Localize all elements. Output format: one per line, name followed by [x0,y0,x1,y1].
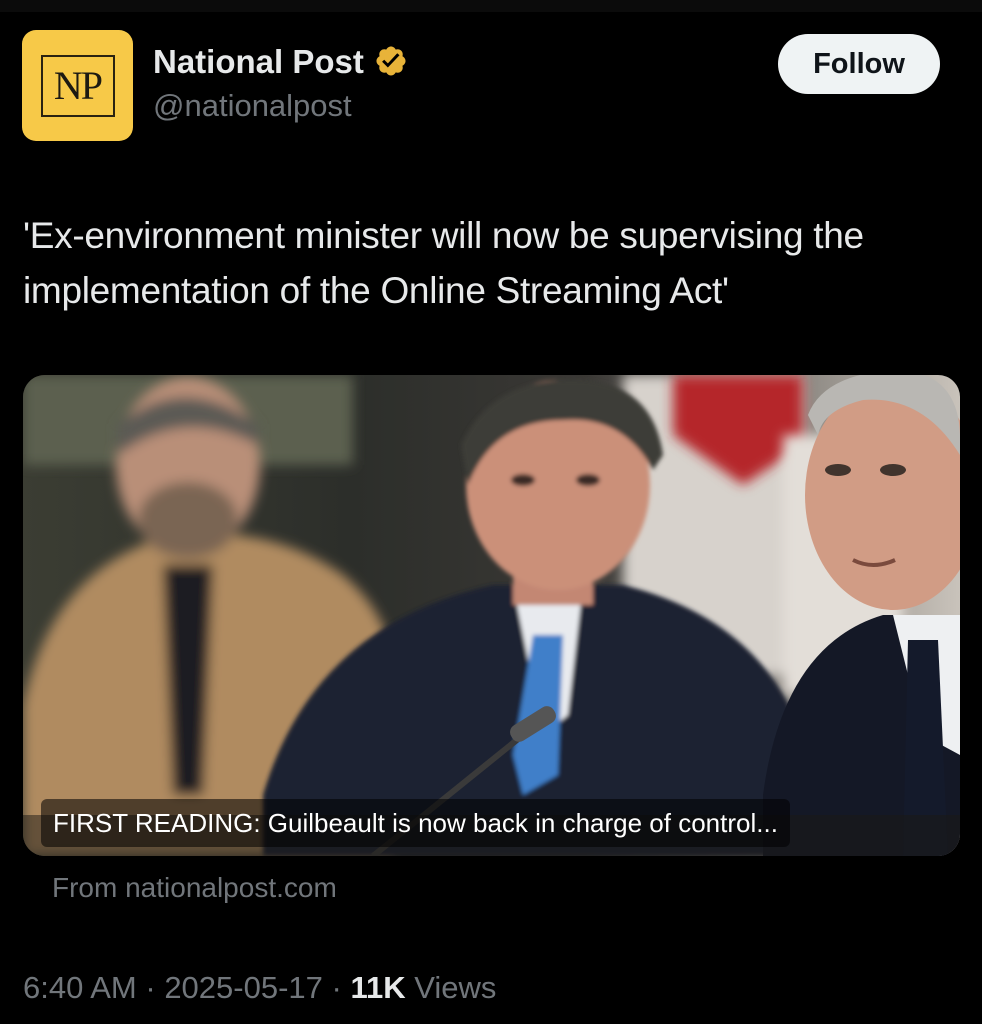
tweet-meta: 6:40 AM · 2025-05-17 · 11K Views [23,970,496,1006]
handle[interactable]: @nationalpost [153,90,352,121]
link-card[interactable]: FIRST READING: Guilbeault is now back in… [23,375,960,856]
top-strip [0,0,982,12]
card-caption[interactable]: FIRST READING: Guilbeault is now back in… [41,799,790,847]
tweet-date[interactable]: 2025-05-17 [164,970,323,1005]
avatar[interactable]: NP [22,30,133,141]
views-label: Views [414,970,497,1005]
card-source[interactable]: From nationalpost.com [52,870,337,906]
display-name[interactable]: National Post [153,45,364,78]
tweet-text: 'Ex-environment minister will now be sup… [23,215,864,311]
display-name-row[interactable]: National Post [153,44,408,78]
views-count[interactable]: 11K [350,970,405,1005]
follow-button[interactable]: Follow [778,34,940,94]
meta-separator: · [136,970,165,1005]
np-logo: NP [40,54,115,117]
tweet-time[interactable]: 6:40 AM [23,970,137,1005]
meta-separator: · [322,970,351,1005]
verified-badge-icon[interactable] [374,44,408,78]
card-photo[interactable] [23,375,960,856]
